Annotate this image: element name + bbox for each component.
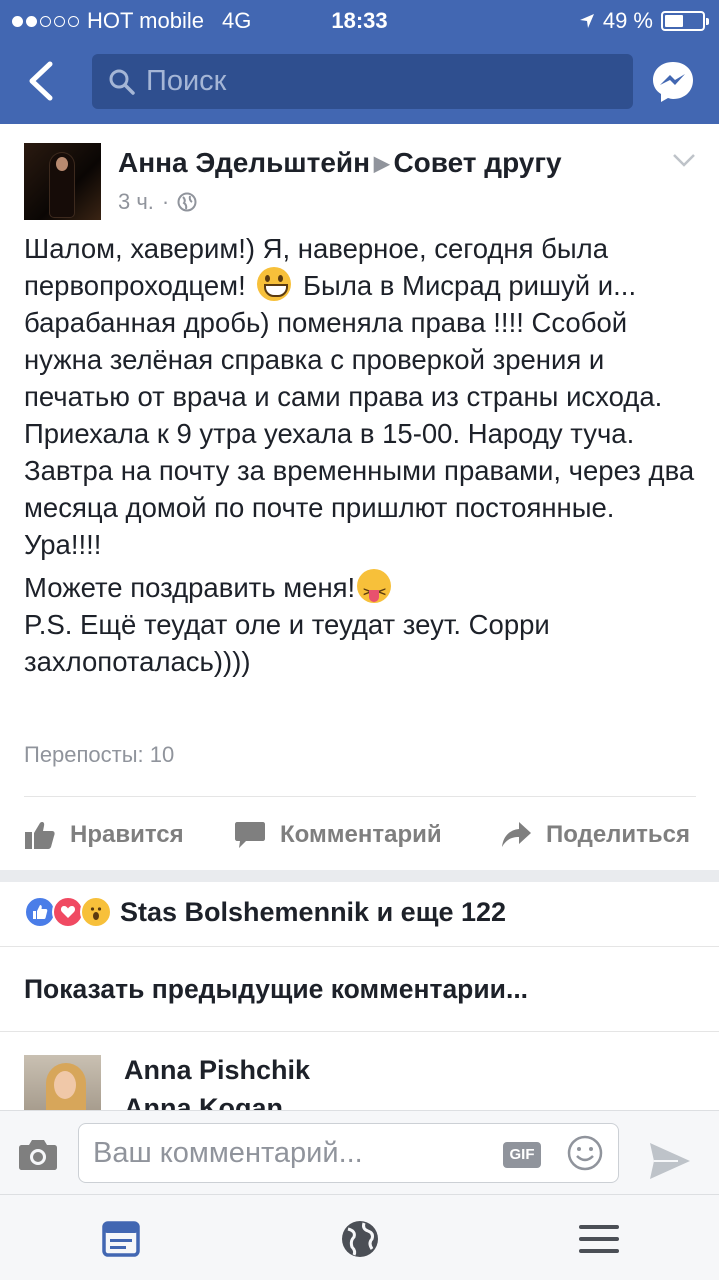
grinning-face-emoji-icon xyxy=(257,267,292,301)
menu-icon[interactable] xyxy=(577,1217,621,1261)
messenger-icon[interactable] xyxy=(651,60,695,104)
globe-small-icon xyxy=(177,192,197,212)
divider xyxy=(0,946,719,947)
comment-text[interactable]: Anna Kogan xyxy=(124,1093,283,1110)
post-header: Анна Эдельштейн ▶ Совет другу 3 ч. · xyxy=(24,143,704,223)
top-bar: HOT mobile 4G 18:33 49 % Поиск xyxy=(0,0,719,124)
triangle-right-icon: ▶ xyxy=(374,153,390,175)
divider xyxy=(0,1031,719,1032)
comment-bubble-icon xyxy=(235,822,265,848)
share-label: Поделиться xyxy=(546,821,691,848)
reactions-summary[interactable]: Stas Bolshemennik и еще 122 xyxy=(24,896,506,928)
reactions-text: Stas Bolshemennik и еще 122 xyxy=(120,896,507,927)
thumbs-up-icon xyxy=(25,822,55,849)
send-icon[interactable] xyxy=(648,1141,692,1181)
search-input[interactable]: Поиск xyxy=(92,54,633,109)
sticker-smile-icon[interactable] xyxy=(566,1134,604,1172)
chevron-left-icon[interactable] xyxy=(22,58,62,104)
news-feed-icon[interactable] xyxy=(100,1217,144,1261)
share-arrow-icon xyxy=(502,822,531,847)
search-icon xyxy=(109,69,135,95)
camera-icon[interactable] xyxy=(18,1137,58,1171)
like-button[interactable]: Нравится xyxy=(24,820,184,850)
commenter-name[interactable]: Anna Pishchik xyxy=(124,1055,310,1086)
post-paragraph-2b: P.S. Ещё теудат оле и теудат зеут. Сорри… xyxy=(24,609,550,677)
globe-icon[interactable] xyxy=(338,1217,382,1261)
commenter-avatar[interactable] xyxy=(24,1055,101,1110)
reposts-count[interactable]: Перепосты: 10 xyxy=(24,742,174,768)
post-actions: Нравится Комментарий Поделиться xyxy=(0,812,719,862)
wow-reaction-icon xyxy=(80,896,112,928)
comment-placeholder: Ваш комментарий... xyxy=(93,1137,363,1169)
chevron-down-icon[interactable] xyxy=(672,151,696,169)
post-meta: 3 ч. · xyxy=(118,189,197,215)
section-divider xyxy=(0,870,719,882)
post-paragraph-1b: Была в Мисрад ришуй и... барабанная дроб… xyxy=(24,270,695,560)
post-paragraph-2a: Можете поздравить меня! xyxy=(24,572,356,603)
status-bar: HOT mobile 4G 18:33 49 % xyxy=(0,0,719,40)
comment-input[interactable]: Ваш комментарий... GIF xyxy=(78,1123,619,1183)
squinting-tongue-emoji-icon xyxy=(357,569,392,610)
tab-bar xyxy=(0,1194,719,1280)
post-time[interactable]: 3 ч. xyxy=(118,189,154,215)
share-button[interactable]: Поделиться xyxy=(500,820,690,850)
like-label: Нравится xyxy=(70,821,184,848)
gif-button[interactable]: GIF xyxy=(503,1142,541,1168)
post-author-line: Анна Эдельштейн ▶ Совет другу xyxy=(118,147,562,179)
divider xyxy=(24,796,696,797)
battery-percent: 49 % xyxy=(602,8,653,33)
comment-button[interactable]: Комментарий xyxy=(234,820,442,850)
author-avatar[interactable] xyxy=(24,143,101,220)
comment-label: Комментарий xyxy=(280,821,442,848)
location-arrow-icon xyxy=(579,14,594,28)
comment-item: Anna Pishchik Anna Kogan xyxy=(24,1055,704,1110)
battery-icon xyxy=(661,11,709,31)
group-name[interactable]: Совет другу xyxy=(393,147,561,178)
show-previous-comments-link[interactable]: Показать предыдущие комментарии... xyxy=(24,974,528,1005)
search-placeholder: Поиск xyxy=(146,65,227,97)
author-name[interactable]: Анна Эдельштейн xyxy=(118,147,370,178)
post-text: Шалом, хаверим!) Я, наверное, сегодня бы… xyxy=(24,230,696,680)
comment-composer: Ваш комментарий... GIF xyxy=(0,1110,719,1194)
